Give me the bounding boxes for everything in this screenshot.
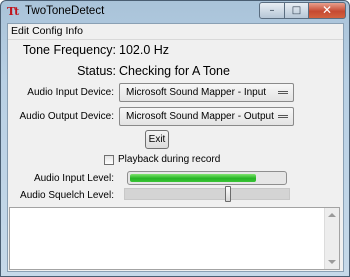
audio-input-device-label: Audio Input Device: xyxy=(27,87,114,98)
exit-button[interactable]: Exit xyxy=(145,130,169,149)
audio-output-device-select[interactable]: Microsoft Sound Mapper - Output xyxy=(119,107,294,126)
status-label: Status: xyxy=(77,64,116,78)
log-scrollbar[interactable] xyxy=(324,208,339,269)
menu-bar: Edit Config Info xyxy=(8,24,343,40)
audio-squelch-level-label: Audio Squelch Level: xyxy=(20,190,114,201)
app-window: Tt TwoToneDetect – □ ✕ Edit Config Info To… xyxy=(0,0,350,277)
app-logo-icon: Tt xyxy=(7,5,19,18)
title-bar[interactable]: Tt TwoToneDetect – □ ✕ xyxy=(1,1,349,23)
scroll-down-icon[interactable] xyxy=(328,260,336,264)
audio-input-level-fill xyxy=(130,174,257,182)
menu-info[interactable]: Info xyxy=(65,25,83,37)
minimize-icon[interactable]: – xyxy=(259,2,285,19)
maximize-icon[interactable]: □ xyxy=(284,2,309,19)
log-text xyxy=(10,208,339,212)
scroll-up-icon[interactable] xyxy=(328,213,336,217)
window-title: TwoToneDetect xyxy=(25,5,105,17)
audio-input-device-value: Microsoft Sound Mapper - Input xyxy=(126,87,267,98)
menu-config[interactable]: Config xyxy=(32,25,62,37)
audio-input-level-label: Audio Input Level: xyxy=(33,173,114,184)
audio-output-device-value: Microsoft Sound Mapper - Output xyxy=(126,111,274,122)
close-icon[interactable]: ✕ xyxy=(308,2,346,19)
main-panel: Edit Config Info Tone Frequency: 102.0 Hz … xyxy=(7,23,344,272)
audio-squelch-slider[interactable] xyxy=(124,186,290,202)
dropdown-icon xyxy=(278,91,288,94)
menu-edit[interactable]: Edit xyxy=(11,25,29,37)
audio-output-device-label: Audio Output Device: xyxy=(19,111,115,122)
audio-input-device-select[interactable]: Microsoft Sound Mapper - Input xyxy=(119,83,294,102)
dropdown-icon xyxy=(278,115,288,118)
status-value: Checking for A Tone xyxy=(119,64,230,78)
log-textarea[interactable] xyxy=(9,207,340,270)
playback-checkbox[interactable] xyxy=(104,155,114,165)
tone-frequency-value: 102.0 Hz xyxy=(119,43,170,57)
audio-input-level-meter xyxy=(127,171,287,185)
playback-label: Playback during record xyxy=(118,154,221,165)
slider-thumb[interactable] xyxy=(225,186,231,202)
tone-frequency-label: Tone Frequency: xyxy=(22,43,116,57)
